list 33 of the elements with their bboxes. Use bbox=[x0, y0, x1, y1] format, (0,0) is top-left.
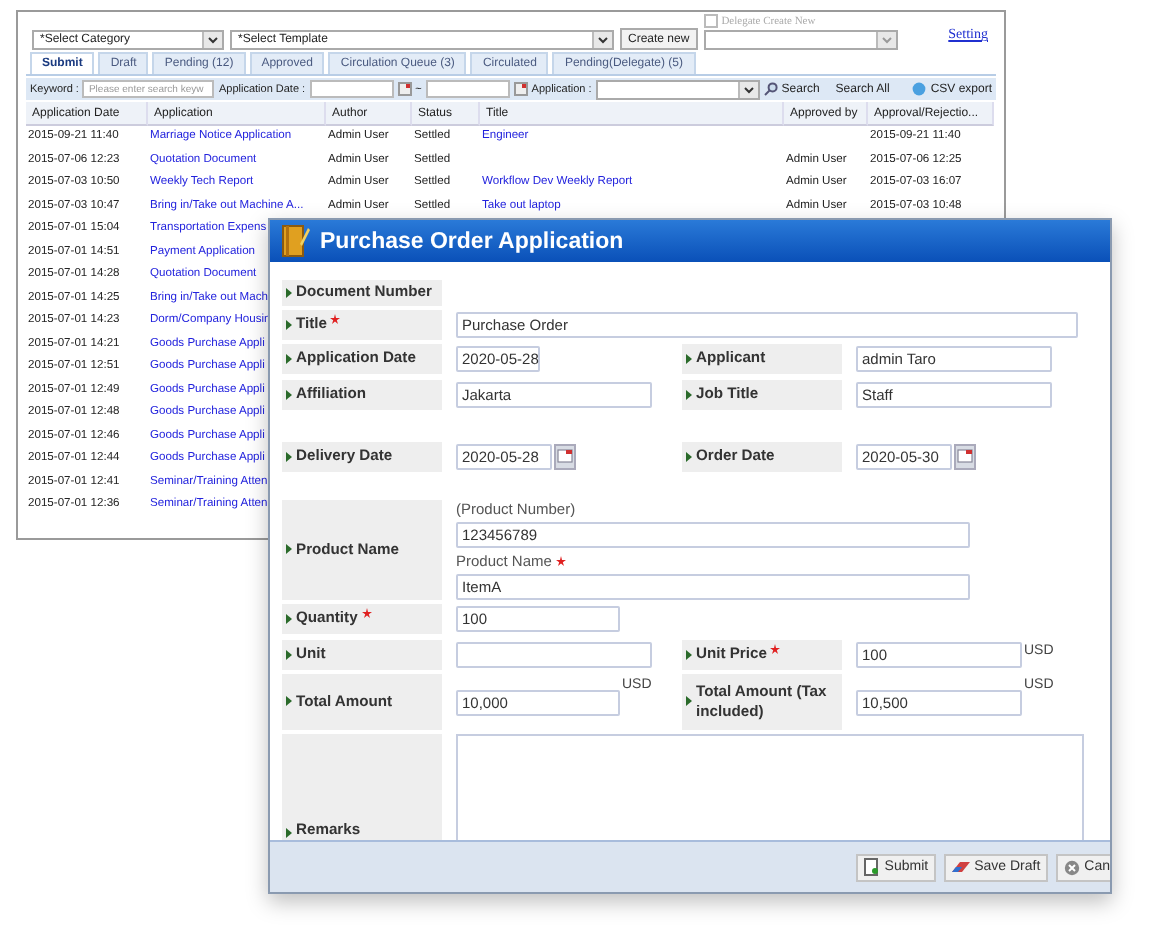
calendar-icon[interactable] bbox=[954, 444, 976, 470]
bullet-icon bbox=[686, 353, 692, 363]
notebook-icon bbox=[282, 224, 310, 258]
bullet-icon bbox=[686, 389, 692, 399]
search-icon bbox=[763, 82, 778, 96]
info-icon bbox=[912, 82, 927, 96]
bullet-icon bbox=[286, 828, 292, 838]
text-field[interactable] bbox=[456, 642, 652, 668]
bullet-icon bbox=[286, 649, 292, 659]
bullet-icon bbox=[286, 389, 292, 399]
calendar-icon[interactable] bbox=[513, 82, 528, 96]
bullet-icon bbox=[286, 353, 292, 363]
date-to-field[interactable] bbox=[425, 80, 510, 98]
bullet-icon bbox=[286, 544, 292, 554]
calendar-icon[interactable] bbox=[397, 82, 412, 96]
caret-icon[interactable] bbox=[737, 81, 758, 97]
eraser-icon bbox=[952, 860, 971, 874]
caret-icon[interactable] bbox=[592, 32, 612, 48]
bullet-icon bbox=[286, 613, 292, 623]
date-from-field[interactable] bbox=[309, 80, 394, 98]
bullet-icon bbox=[286, 451, 292, 461]
document-icon bbox=[864, 858, 881, 876]
cancel-icon bbox=[1064, 859, 1081, 875]
caret-icon[interactable] bbox=[202, 32, 222, 48]
window-title: Purchase Order Application bbox=[320, 229, 624, 253]
bullet-icon bbox=[686, 451, 692, 461]
bullet-icon bbox=[686, 649, 692, 659]
bullet-icon bbox=[686, 696, 692, 706]
bullet-icon bbox=[286, 287, 292, 297]
bullet-icon bbox=[286, 696, 292, 706]
delegate-select[interactable] bbox=[703, 30, 898, 50]
calendar-icon[interactable] bbox=[554, 444, 576, 470]
bullet-icon bbox=[286, 319, 292, 329]
